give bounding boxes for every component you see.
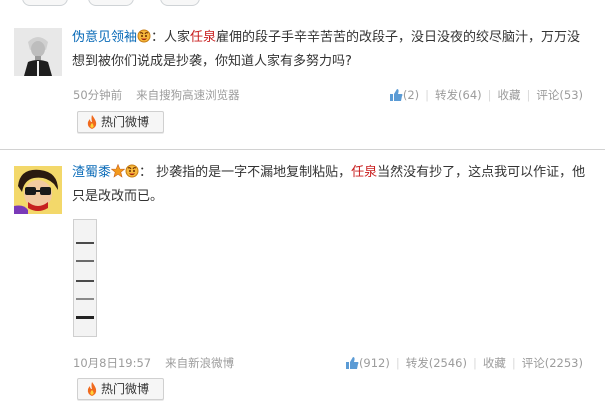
post-divider [0,149,605,150]
emoji-face-icon [125,164,139,178]
like-thumb-icon [389,89,403,101]
fire-icon [87,382,97,396]
avatar[interactable] [14,166,62,214]
post-meta: 10月8日19:57 来自新浪微博 [73,355,234,371]
like-button[interactable]: (912) [345,356,390,370]
post-text: 伪意见领袖 ：人家任泉雇佣的段子手辛辛苦苦的改段子，没日没夜的绞尽脑汁，万万没想到… [72,26,588,74]
post-text: 渣蜀黍： 抄袭指的是一字不漏地复制粘贴，任泉当然没有抄了，这点我可以作证，他只是… [72,161,588,209]
fire-icon [87,115,97,129]
username-link[interactable]: 渣蜀黍 [72,165,111,180]
repost-button[interactable]: 转发(64) [435,88,482,102]
post-time[interactable]: 50分钟前 [73,88,122,102]
post-actions: (2) | 转发(64) | 收藏 | 评论(53) [389,87,583,103]
post-image-thumbnail[interactable] [73,219,97,337]
top-tab-button[interactable] [88,0,134,6]
hot-weibo-button[interactable]: 热门微博 [77,111,165,133]
hot-weibo-button[interactable]: 热门微博 [77,378,165,400]
comment-button[interactable]: 评论(53) [536,88,583,102]
top-tab-button[interactable] [160,0,200,6]
highlight-keyword[interactable]: 任泉 [351,165,377,180]
hot-button-label: 热门微博 [101,382,150,396]
favorite-button[interactable]: 收藏 [498,88,521,102]
post-actions: (912) | 转发(2546) | 收藏 | 评论(2253) [345,355,583,371]
post-text-part: ： 抄袭指的是一字不漏地复制粘贴， [139,165,352,180]
top-tab-button[interactable] [22,0,68,6]
like-thumb-icon [345,357,359,369]
post-meta: 50分钟前 来自搜狗高速浏览器 [73,87,240,103]
favorite-button[interactable]: 收藏 [483,356,506,370]
like-button[interactable]: (2) [389,88,419,102]
username-link[interactable]: 伪意见领袖 [72,30,137,45]
vip-star-icon [111,164,126,178]
hot-button-label: 热门微博 [101,115,150,129]
like-count: (2) [402,88,420,102]
post-source[interactable]: 来自新浪微博 [165,356,234,370]
emoji-face-icon [137,29,151,43]
post-source[interactable]: 来自搜狗高速浏览器 [136,88,240,102]
comment-button[interactable]: 评论(2253) [522,356,583,370]
post-text-part: ：人家 [151,30,191,45]
post-time[interactable]: 10月8日19:57 [73,356,151,370]
like-count: (912) [358,356,390,370]
highlight-keyword[interactable]: 任泉 [190,30,216,45]
repost-button[interactable]: 转发(2546) [406,356,467,370]
avatar[interactable] [14,28,62,76]
